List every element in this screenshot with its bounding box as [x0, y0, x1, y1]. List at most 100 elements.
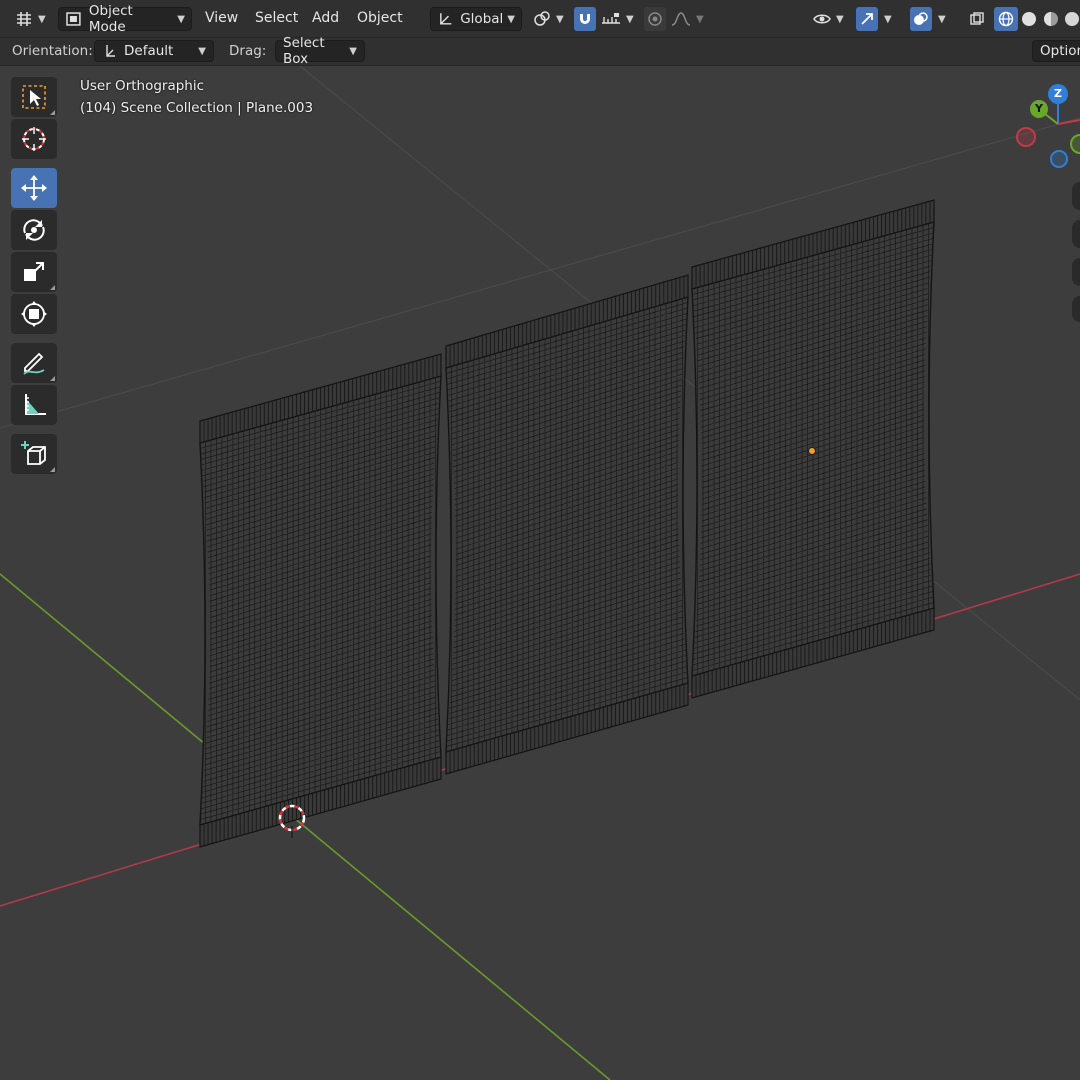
- overlays-dropdown[interactable]: ▼: [934, 7, 946, 31]
- collection-info: (104) Scene Collection | Plane.003: [80, 100, 314, 116]
- menu-add[interactable]: Add: [312, 10, 339, 26]
- snap-target-dropdown[interactable]: ▼: [600, 7, 634, 31]
- shading-wireframe-button[interactable]: [994, 7, 1018, 31]
- cursor-tool[interactable]: [11, 119, 57, 159]
- orientation-axes-icon: [440, 13, 452, 25]
- shading-solid-button[interactable]: [1020, 7, 1038, 31]
- overlays-toggle[interactable]: [910, 7, 932, 31]
- navigation-gizmo[interactable]: Z Y: [1010, 80, 1080, 180]
- move-icon: [21, 175, 47, 201]
- transform-tool[interactable]: [11, 294, 57, 334]
- gizmo-neg-x-axis[interactable]: [1016, 127, 1036, 147]
- gizmo-dropdown[interactable]: ▼: [880, 7, 892, 31]
- menu-object[interactable]: Object: [357, 10, 403, 26]
- eye-icon: [813, 14, 831, 24]
- orientation-label: Orientation:: [12, 43, 93, 59]
- wireframe-sphere-icon: [998, 11, 1014, 27]
- xray-icon: [970, 12, 984, 25]
- move-tool[interactable]: [11, 168, 57, 208]
- options-button[interactable]: Option: [1032, 40, 1080, 62]
- chevron-down-icon: ▼: [938, 13, 946, 25]
- select-box-tool[interactable]: [11, 77, 57, 117]
- object-mode-icon: [66, 12, 81, 26]
- options-label: Option: [1040, 43, 1080, 59]
- measure-icon: [25, 394, 46, 415]
- camera-view-button[interactable]: [1072, 258, 1080, 286]
- object-mode-label: Object Mode: [88, 3, 133, 35]
- annotate-tool[interactable]: [11, 343, 57, 383]
- gizmo-z-label: Z: [1054, 87, 1062, 100]
- overlays-icon: [914, 12, 928, 25]
- object-origin-dot: [808, 447, 816, 455]
- gizmo-toggle[interactable]: [856, 7, 878, 31]
- chevron-down-icon: ▼: [177, 13, 185, 25]
- proportional-editing-toggle[interactable]: [644, 7, 666, 31]
- tool-variants-indicator: [50, 285, 55, 290]
- tool-variants-indicator: [50, 467, 55, 472]
- nav-buttons-column: [1072, 182, 1080, 322]
- gizmo-arrow-icon: [861, 13, 873, 25]
- proportional-edit-icon: [648, 12, 662, 26]
- shading-rendered-button[interactable]: [1064, 7, 1080, 31]
- shading-material-button[interactable]: [1042, 7, 1060, 31]
- view-name: User Orthographic: [80, 78, 205, 94]
- transform-orientation-dropdown[interactable]: Global ▼: [430, 7, 522, 31]
- orientation-default-icon: [106, 45, 115, 57]
- visibility-dropdown[interactable]: ▼: [812, 7, 844, 31]
- solid-sphere-icon: [1022, 12, 1036, 26]
- gizmo-y-axis[interactable]: Y: [1030, 100, 1048, 118]
- drag-dropdown[interactable]: Select Box ▼: [275, 35, 365, 67]
- chevron-down-icon: ▼: [836, 13, 844, 25]
- annotate-icon: [23, 352, 45, 375]
- menu-select[interactable]: Select: [255, 10, 298, 26]
- chevron-down-icon: ▼: [349, 45, 357, 57]
- tool-variants-indicator: [50, 110, 55, 115]
- falloff-curve-icon: [671, 12, 691, 26]
- snap-toggle[interactable]: [574, 7, 596, 31]
- menu-view[interactable]: View: [205, 10, 238, 26]
- orientation-value: Default: [124, 43, 174, 59]
- pillow-bag[interactable]: [199, 353, 442, 848]
- rotate-icon: [23, 219, 45, 241]
- drag-label: Drag:: [229, 43, 267, 59]
- magnet-icon: [580, 14, 590, 24]
- add-cube-tool[interactable]: [11, 434, 57, 474]
- rendered-sphere-icon: [1065, 12, 1079, 26]
- add-cube-icon: [21, 441, 46, 465]
- pivot-icon: [534, 11, 550, 26]
- material-sphere-icon: [1044, 12, 1058, 26]
- chevron-down-icon: ▼: [884, 13, 892, 25]
- gizmo-neg-z-axis[interactable]: [1050, 150, 1068, 168]
- scale-tool[interactable]: [11, 252, 57, 292]
- gizmo-y-label: Y: [1035, 102, 1043, 115]
- pillow-bags-wireframe[interactable]: [199, 199, 935, 848]
- scale-icon: [24, 262, 44, 281]
- chevron-down-icon: ▼: [507, 13, 515, 25]
- chevron-down-icon: ▼: [198, 45, 206, 57]
- tool-variants-indicator: [50, 376, 55, 381]
- orientation-dropdown[interactable]: Default ▼: [94, 40, 214, 62]
- transform-orientation-label: Global: [460, 11, 504, 27]
- transform-icon: [21, 301, 47, 327]
- editor-type-button[interactable]: ▼: [14, 7, 46, 31]
- xray-toggle[interactable]: [966, 7, 988, 31]
- select-box-icon: [22, 85, 46, 109]
- pan-button[interactable]: [1072, 220, 1080, 248]
- measure-tool[interactable]: [11, 385, 57, 425]
- rotate-tool[interactable]: [11, 210, 57, 250]
- gizmo-z-axis[interactable]: Z: [1048, 84, 1068, 104]
- pivot-point-dropdown[interactable]: ▼: [532, 7, 564, 31]
- chevron-down-icon: ▼: [696, 13, 704, 25]
- viewport-header: ▼ Object Mode ▼ View Select Add Object G…: [0, 0, 1080, 38]
- perspective-toggle-button[interactable]: [1072, 296, 1080, 322]
- drag-value: Select Box: [283, 35, 325, 67]
- editor-type-icon: [17, 12, 31, 26]
- falloff-dropdown[interactable]: ▼: [670, 7, 704, 31]
- pillow-bag[interactable]: [445, 274, 689, 775]
- object-mode-dropdown[interactable]: Object Mode ▼: [58, 3, 192, 35]
- 3d-viewport[interactable]: [0, 66, 1080, 1080]
- snap-increment-icon: [602, 13, 620, 24]
- cursor-icon: [22, 127, 46, 151]
- zoom-button[interactable]: [1072, 182, 1080, 210]
- chevron-down-icon: ▼: [38, 13, 46, 25]
